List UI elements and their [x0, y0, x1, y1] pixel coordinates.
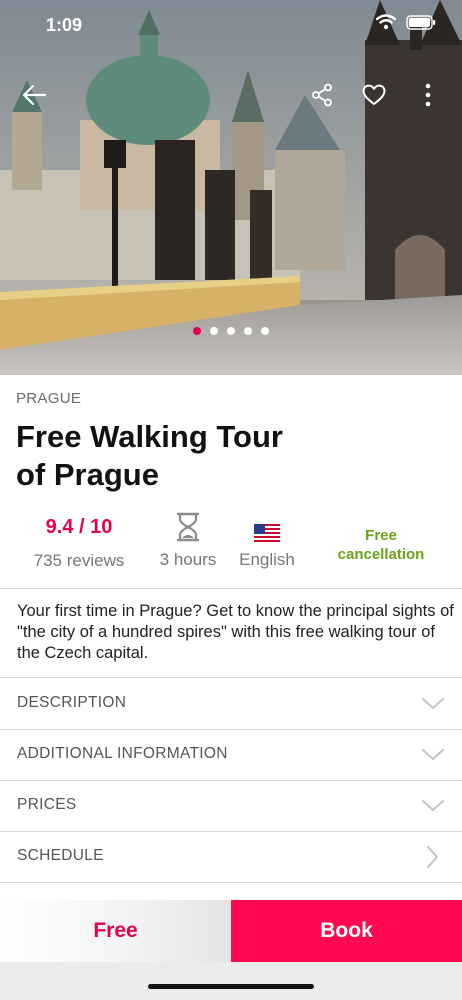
carousel-dot[interactable] — [227, 327, 235, 335]
free-cancellation-badge: Free cancellation — [320, 526, 442, 564]
rating-score: 9.4 / 10 — [45, 516, 113, 538]
status-bar: 1:09 — [0, 0, 462, 50]
chevron-down-icon — [422, 800, 444, 811]
favorite-button[interactable] — [358, 78, 390, 112]
share-icon — [312, 83, 332, 107]
book-button[interactable]: Book — [231, 900, 462, 962]
tour-title: Free Walking Tour of Prague — [16, 418, 336, 494]
back-button[interactable] — [18, 78, 50, 112]
language-label: English — [239, 550, 295, 569]
carousel-dot[interactable] — [210, 327, 218, 335]
hero-image[interactable]: 1:09 — [0, 0, 462, 375]
hourglass-icon — [176, 512, 200, 542]
duration-label: 3 hours — [159, 550, 217, 569]
carousel-dot[interactable] — [261, 327, 269, 335]
divider — [0, 882, 462, 883]
review-count[interactable]: 735 reviews — [18, 551, 140, 571]
more-options-button[interactable] — [414, 78, 442, 112]
section-schedule[interactable]: SCHEDULE — [0, 831, 462, 882]
back-arrow-icon — [22, 84, 47, 106]
status-time: 1:09 — [46, 15, 83, 35]
chevron-down-icon — [422, 749, 444, 760]
status-icons — [376, 14, 436, 30]
rating-block[interactable]: 9.4 / 10 735 reviews — [18, 508, 140, 571]
carousel-dot[interactable] — [193, 327, 201, 335]
price-label: Free — [0, 900, 231, 962]
tour-title-line: of Prague — [16, 457, 159, 492]
us-flag-icon — [254, 524, 280, 542]
wifi-icon — [376, 14, 396, 30]
share-button[interactable] — [306, 78, 338, 112]
cancellation-line: Free — [365, 527, 397, 544]
section-label: ADDITIONAL INFORMATION — [17, 745, 228, 762]
language-block: English — [226, 508, 308, 570]
hero-toolbar — [0, 78, 462, 114]
heart-icon — [362, 84, 386, 105]
carousel-indicator[interactable] — [0, 327, 462, 335]
section-description[interactable]: DESCRIPTION — [0, 678, 462, 729]
tour-title-line: Free Walking Tour — [16, 419, 283, 454]
prague-photo — [0, 0, 462, 375]
tour-summary: Your first time in Prague? Get to know t… — [17, 602, 454, 662]
section-additional-information[interactable]: ADDITIONAL INFORMATION — [0, 729, 462, 780]
duration-block: 3 hours — [148, 508, 228, 570]
home-indicator[interactable] — [148, 984, 314, 989]
section-label: PRICES — [17, 796, 77, 813]
home-indicator-area — [0, 962, 462, 1000]
section-label: SCHEDULE — [17, 847, 104, 864]
section-prices[interactable]: PRICES — [0, 780, 462, 831]
section-label: DESCRIPTION — [17, 694, 127, 711]
city-label: PRAGUE — [16, 390, 82, 407]
booking-bar: Free Book — [0, 900, 462, 962]
carousel-dot[interactable] — [244, 327, 252, 335]
battery-icon — [406, 14, 436, 30]
divider — [0, 588, 462, 589]
more-vertical-icon — [425, 83, 431, 107]
chevron-right-icon — [427, 846, 438, 868]
cancellation-line: cancellation — [337, 546, 425, 563]
chevron-down-icon — [422, 698, 444, 709]
tour-stats: 9.4 / 10 735 reviews 3 hours English Fre… — [0, 508, 462, 588]
